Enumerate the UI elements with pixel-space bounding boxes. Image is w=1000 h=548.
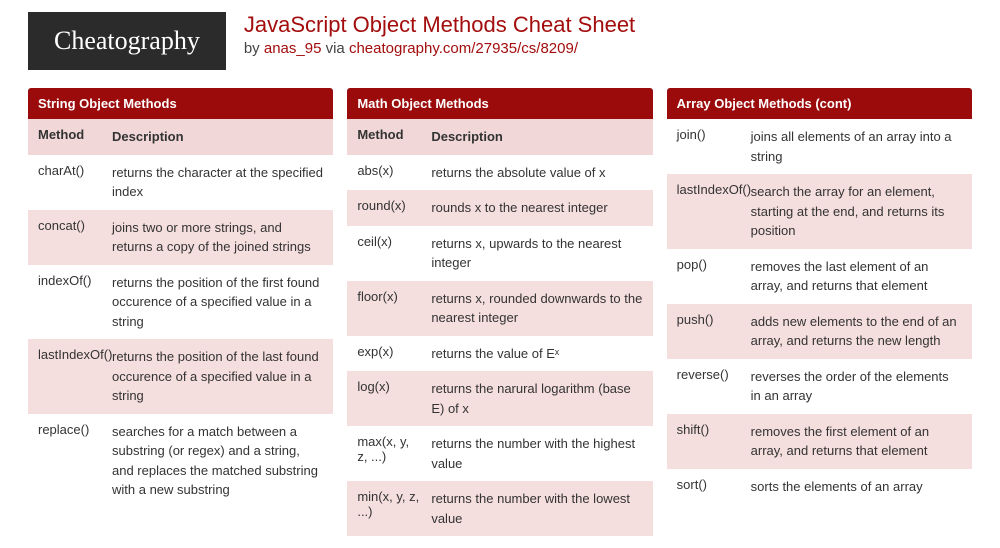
th-description: Description xyxy=(427,119,652,155)
page-title: JavaScript Object Methods Cheat Sheet xyxy=(244,12,635,38)
cell-desc: searches for a match between a substring… xyxy=(108,414,333,508)
table-row: reverse() reverses the order of the elem… xyxy=(667,359,972,414)
section-header-array: Array Object Methods (cont) xyxy=(667,88,972,119)
cell-desc: returns the character at the specified i… xyxy=(108,155,333,210)
byline: by anas_95 via cheatography.com/27935/cs… xyxy=(244,40,635,57)
cell-method: shift() xyxy=(667,414,747,469)
cell-desc: returns the absolute value of x xyxy=(427,155,652,191)
cell-method: min(x, y, z, ...) xyxy=(347,481,427,536)
cell-desc: returns the position of the last found o… xyxy=(108,339,333,414)
cell-method: charAt() xyxy=(28,155,108,210)
table-row: sort() sorts the elements of an array xyxy=(667,469,972,505)
byline-via: via xyxy=(321,40,349,57)
cell-desc: joins two or more strings, and returns a… xyxy=(108,210,333,265)
cell-method: exp(x) xyxy=(347,336,427,372)
cell-method: push() xyxy=(667,304,747,359)
cell-method: abs(x) xyxy=(347,155,427,191)
table-row: concat() joins two or more strings, and … xyxy=(28,210,333,265)
cell-desc: removes the first element of an array, a… xyxy=(747,414,972,469)
cell-method: reverse() xyxy=(667,359,747,414)
cell-method: indexOf() xyxy=(28,265,108,340)
site-logo: Cheatography xyxy=(28,12,226,70)
cell-method: pop() xyxy=(667,249,747,304)
table-row: replace() searches for a match between a… xyxy=(28,414,333,508)
table-row: lastIndexOf() returns the position of th… xyxy=(28,339,333,414)
table-row: floor(x) returns x, rounded downwards to… xyxy=(347,281,652,336)
cell-method: replace() xyxy=(28,414,108,508)
cell-method: concat() xyxy=(28,210,108,265)
cell-desc: returns the number with the lowest value xyxy=(427,481,652,536)
author-link[interactable]: anas_95 xyxy=(264,40,322,57)
cell-desc: returns x, rounded downwards to the near… xyxy=(427,281,652,336)
cell-desc: returns the number with the highest valu… xyxy=(427,426,652,481)
header: Cheatography JavaScript Object Methods C… xyxy=(28,12,972,70)
title-block: JavaScript Object Methods Cheat Sheet by… xyxy=(244,12,635,57)
table-row: charAt() returns the character at the sp… xyxy=(28,155,333,210)
column-array: Array Object Methods (cont) join() joins… xyxy=(667,88,972,536)
cell-desc: rounds x to the nearest integer xyxy=(427,190,652,226)
cell-method: floor(x) xyxy=(347,281,427,336)
column-string: String Object Methods Method Description… xyxy=(28,88,333,536)
cell-desc: removes the last element of an array, an… xyxy=(747,249,972,304)
table-row: round(x) rounds x to the nearest integer xyxy=(347,190,652,226)
table-row: pop() removes the last element of an arr… xyxy=(667,249,972,304)
cell-method: log(x) xyxy=(347,371,427,426)
table-header: Method Description xyxy=(28,119,333,155)
byline-prefix: by xyxy=(244,40,264,57)
cell-desc: adds new elements to the end of an array… xyxy=(747,304,972,359)
source-link[interactable]: cheatography.com/27935/cs/8209/ xyxy=(349,40,578,57)
table-row: exp(x) returns the value of Eˣ xyxy=(347,336,652,372)
table-row: indexOf() returns the position of the fi… xyxy=(28,265,333,340)
cell-method: sort() xyxy=(667,469,747,505)
section-header-string: String Object Methods xyxy=(28,88,333,119)
th-method: Method xyxy=(347,119,427,155)
table-row: ceil(x) returns x, upwards to the neares… xyxy=(347,226,652,281)
table-row: abs(x) returns the absolute value of x xyxy=(347,155,652,191)
cell-method: round(x) xyxy=(347,190,427,226)
cell-method: join() xyxy=(667,119,747,174)
cell-desc: returns the value of Eˣ xyxy=(427,336,652,372)
cell-desc: returns the position of the first found … xyxy=(108,265,333,340)
columns: String Object Methods Method Description… xyxy=(28,88,972,536)
cell-method: max(x, y, z, ...) xyxy=(347,426,427,481)
cell-desc: joins all elements of an array into a st… xyxy=(747,119,972,174)
column-math: Math Object Methods Method Description a… xyxy=(347,88,652,536)
table-header: Method Description xyxy=(347,119,652,155)
table-row: push() adds new elements to the end of a… xyxy=(667,304,972,359)
table-row: shift() removes the first element of an … xyxy=(667,414,972,469)
table-row: join() joins all elements of an array in… xyxy=(667,119,972,174)
th-description: Description xyxy=(108,119,333,155)
table-row: min(x, y, z, ...) returns the number wit… xyxy=(347,481,652,536)
cell-method: ceil(x) xyxy=(347,226,427,281)
cell-desc: sorts the elements of an array xyxy=(747,469,972,505)
cell-desc: returns the narural logarithm (base E) o… xyxy=(427,371,652,426)
cell-method: lastIndexOf() xyxy=(667,174,747,249)
table-row: log(x) returns the narural logarithm (ba… xyxy=(347,371,652,426)
cell-desc: returns x, upwards to the nearest intege… xyxy=(427,226,652,281)
table-row: lastIndexOf() search the array for an el… xyxy=(667,174,972,249)
table-row: max(x, y, z, ...) returns the number wit… xyxy=(347,426,652,481)
cell-desc: search the array for an element, startin… xyxy=(747,174,972,249)
th-method: Method xyxy=(28,119,108,155)
section-header-math: Math Object Methods xyxy=(347,88,652,119)
cell-desc: reverses the order of the elements in an… xyxy=(747,359,972,414)
cell-method: lastIndexOf() xyxy=(28,339,108,414)
